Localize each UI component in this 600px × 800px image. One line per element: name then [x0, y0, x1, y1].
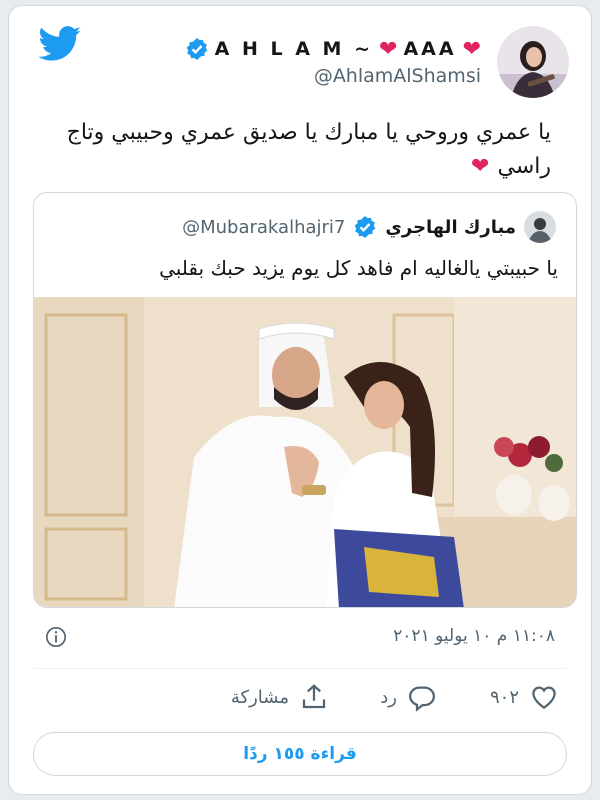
tweet-text: يا عمري وروحي يا مبارك يا صديق عمري وحبي… [49, 116, 551, 184]
action-bar: ٩٠٢ رد مشاركة [9, 682, 591, 718]
author-avatar[interactable] [497, 26, 569, 98]
like-count: ٩٠٢ [489, 686, 519, 708]
author-handle[interactable]: @AhlamAlShamsi [314, 65, 481, 87]
quoted-header: @Mubarakalhajri7 مبارك الهاجري [182, 211, 556, 243]
info-icon[interactable] [45, 626, 67, 648]
reply-label: رد [380, 686, 397, 708]
heart-icon: ❤ [462, 36, 481, 62]
like-icon [532, 686, 556, 709]
tweet-card: A H L A M ~ ❤ AAA ❤ @AhlamAlShamsi يا عم… [8, 5, 592, 795]
author-name-row[interactable]: A H L A M ~ ❤ AAA ❤ [185, 35, 481, 63]
divider [33, 668, 567, 669]
twitter-logo-icon[interactable] [37, 26, 83, 62]
share-icon [302, 684, 326, 709]
verified-badge-icon [186, 38, 207, 60]
read-replies-button[interactable]: قراءة ١٥٥ ردًا [33, 732, 567, 776]
share-button[interactable]: مشاركة [231, 682, 329, 712]
quoted-photo[interactable] [34, 297, 577, 608]
author-avatar-image [497, 26, 569, 98]
quoted-tweet[interactable]: @Mubarakalhajri7 مبارك الهاجري يا حبيبتي… [33, 192, 577, 608]
verified-badge-icon [355, 216, 376, 238]
quoted-avatar [524, 211, 556, 243]
share-label: مشاركة [230, 686, 289, 708]
quoted-handle: @Mubarakalhajri7 [182, 216, 346, 238]
reply-button[interactable]: رد [380, 682, 437, 712]
reply-icon [408, 686, 436, 712]
tweet-timestamp[interactable]: ١١:٠٨ م ١٠ يوليو ٢٠٢١ [393, 626, 555, 646]
read-replies-label: قراءة ١٥٥ ردًا [243, 744, 357, 764]
quoted-text: يا حبيبتي يالغاليه ام فاهد كل يوم يزيد ح… [159, 256, 558, 280]
like-button[interactable]: ٩٠٢ [490, 682, 559, 712]
author-display-name-suffix: AAA [403, 38, 457, 60]
author-display-name: A H L A M ~ [214, 38, 373, 60]
heart-icon: ❤ [379, 36, 398, 62]
heart-icon: ❤ [471, 154, 490, 179]
quoted-name: مبارك الهاجري [385, 216, 516, 238]
